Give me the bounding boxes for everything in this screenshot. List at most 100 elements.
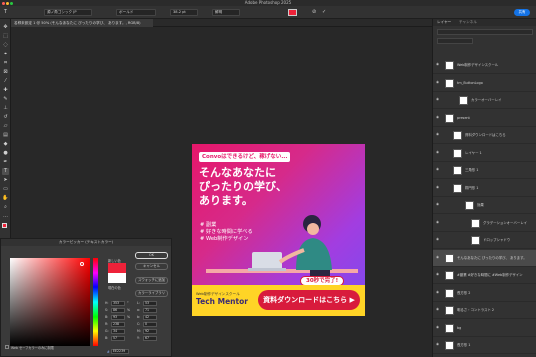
layer-name[interactable]: グラデーションオーバーレイ bbox=[483, 219, 527, 227]
layer-row[interactable]: ◉ #副業 #好きな時間に #Web制作デザイン bbox=[433, 267, 536, 284]
visibility-eye-icon[interactable]: ◉ bbox=[436, 97, 440, 101]
ok-button[interactable]: OK bbox=[135, 252, 168, 259]
history-brush-tool-icon[interactable]: ↺ bbox=[2, 114, 9, 121]
add-to-swatches-button[interactable]: スウォッチに追加 bbox=[135, 277, 168, 284]
visibility-eye-icon[interactable]: ◉ bbox=[436, 237, 440, 241]
visibility-eye-icon[interactable]: ◉ bbox=[436, 80, 440, 84]
layer-name[interactable]: レイヤー 1 bbox=[465, 149, 482, 157]
pen-tool-icon[interactable]: ✒ bbox=[2, 159, 9, 166]
layer-row[interactable]: ◉ 資料ダウンロードはこちら bbox=[433, 127, 536, 144]
web-safe-checkbox[interactable] bbox=[5, 345, 9, 349]
layer-name[interactable]: bg bbox=[457, 324, 461, 332]
foreground-color-swatch[interactable] bbox=[2, 223, 7, 228]
layer-name[interactable]: 三角形 1 bbox=[465, 166, 478, 174]
gradient-tool-icon[interactable]: ▤ bbox=[2, 132, 9, 139]
current-color-swatch[interactable] bbox=[108, 273, 126, 283]
type-tool-icon[interactable]: T bbox=[2, 168, 9, 175]
visibility-eye-icon[interactable]: ◉ bbox=[436, 62, 440, 66]
picker-field-value[interactable]: 238 bbox=[111, 322, 125, 327]
visibility-eye-icon[interactable]: ◉ bbox=[436, 150, 440, 154]
font-family-select[interactable]: 源ノ角ゴシック JP bbox=[44, 9, 92, 16]
antialias-select[interactable]: 鮮明 bbox=[212, 9, 240, 16]
font-size-select[interactable]: 38.2 pt bbox=[170, 9, 198, 16]
crop-tool-icon[interactable]: ⌗ bbox=[2, 60, 9, 67]
cancel-button[interactable]: キャンセル bbox=[135, 263, 168, 270]
layer-row[interactable]: ◉ tm_ButtonLogo bbox=[433, 75, 536, 92]
layer-row[interactable]: ◉ カラーオーバーレイ bbox=[433, 92, 536, 109]
layer-row[interactable]: ◉ そんなあなたに ぴったりの学び、 あります。 bbox=[433, 249, 536, 267]
layer-name[interactable]: ドロップシャドウ bbox=[483, 236, 510, 244]
layer-name[interactable]: 明るさ・コントラスト 2 bbox=[457, 306, 494, 314]
text-tool-icon[interactable]: T bbox=[2, 9, 9, 16]
artboard[interactable]: Convoはできるけど、稼げない... そんなあなたに ぴったりの学び、 ありま… bbox=[192, 144, 365, 316]
brand-logo[interactable]: Tech Mentor bbox=[196, 297, 248, 306]
marquee-tool-icon[interactable]: ⬚ bbox=[2, 33, 9, 40]
picker-field-value[interactable]: 353 bbox=[111, 301, 125, 306]
tab-layers[interactable]: レイヤー bbox=[437, 19, 451, 26]
zoom-tool-icon[interactable]: ⌕ bbox=[2, 204, 9, 211]
visibility-eye-icon[interactable]: ◉ bbox=[436, 185, 440, 189]
picker-field-value-2[interactable]: 42 bbox=[143, 315, 157, 320]
color-field[interactable] bbox=[10, 258, 90, 346]
visibility-eye-icon[interactable]: ◉ bbox=[436, 307, 440, 311]
layer-row[interactable]: ◉ present bbox=[433, 110, 536, 127]
visibility-eye-icon[interactable]: ◉ bbox=[436, 132, 440, 136]
layer-name[interactable]: 楕円形 1 bbox=[465, 184, 478, 192]
hex-field[interactable]: EE2239 bbox=[111, 349, 129, 354]
picker-field-value[interactable]: 34 bbox=[111, 329, 125, 334]
visibility-eye-icon[interactable]: ◉ bbox=[436, 272, 440, 276]
cta-button[interactable]: 資料ダウンロードはこちら ▶ bbox=[258, 290, 360, 310]
move-tool-icon[interactable]: ✥ bbox=[2, 24, 9, 31]
layer-name[interactable]: そんなあなたに ぴったりの学び、 あります。 bbox=[457, 254, 527, 262]
layer-name[interactable]: #副業 #好きな時間に #Web制作デザイン bbox=[457, 271, 523, 279]
path-select-tool-icon[interactable]: ➤ bbox=[2, 177, 9, 184]
hue-slider[interactable] bbox=[93, 258, 98, 346]
cancel-edit-icon[interactable]: ⊘ bbox=[312, 9, 316, 15]
color-field-cursor[interactable] bbox=[80, 262, 84, 266]
frame-tool-icon[interactable]: ⊠ bbox=[2, 69, 9, 76]
color-libraries-button[interactable]: カラーライブラリ bbox=[135, 290, 168, 297]
eyedropper-tool-icon[interactable]: ⁄ bbox=[2, 78, 9, 85]
picker-field-value-2[interactable]: 53 bbox=[143, 301, 157, 306]
hand-tool-icon[interactable]: ✋ bbox=[2, 195, 9, 202]
font-style-select[interactable]: ボールド bbox=[116, 9, 156, 16]
layer-name[interactable]: 長方形 1 bbox=[457, 341, 470, 349]
layer-name[interactable]: 資料ダウンロードはこちら bbox=[465, 131, 506, 139]
layer-row[interactable]: ◉ レイヤー 1 bbox=[433, 145, 536, 162]
visibility-eye-icon[interactable]: ◉ bbox=[436, 290, 440, 294]
picker-field-value-2[interactable]: 0 bbox=[143, 322, 157, 327]
picker-field-value-2[interactable]: 71 bbox=[143, 308, 157, 313]
layer-row[interactable]: ◉ ドロップシャドウ bbox=[433, 232, 536, 249]
layer-name[interactable]: present bbox=[457, 114, 470, 122]
visibility-eye-icon[interactable]: ◉ bbox=[436, 167, 440, 171]
shape-tool-icon[interactable]: ▭ bbox=[2, 186, 9, 193]
layer-row[interactable]: ◉ Web制作デザインスクール bbox=[433, 57, 536, 74]
visibility-eye-icon[interactable]: ◉ bbox=[436, 342, 440, 346]
visibility-eye-icon[interactable]: ◉ bbox=[436, 202, 440, 206]
lasso-tool-icon[interactable]: ◌ bbox=[2, 42, 9, 49]
layer-row[interactable]: ◉ 効果 bbox=[433, 197, 536, 214]
layer-row[interactable]: ◉ 明るさ・コントラスト 2 bbox=[433, 302, 536, 319]
picker-field-value[interactable]: 86 bbox=[111, 308, 125, 313]
layer-row[interactable]: ◉ グラデーションオーバーレイ bbox=[433, 215, 536, 232]
blur-tool-icon[interactable]: ◆ bbox=[2, 141, 9, 148]
quick-select-tool-icon[interactable]: ⌖ bbox=[2, 51, 9, 58]
picker-field-value[interactable]: 57 bbox=[111, 336, 125, 341]
layer-row[interactable]: ◉ 楕円形 1 bbox=[433, 180, 536, 197]
layer-row[interactable]: ◉ bg bbox=[433, 320, 536, 337]
layer-row[interactable]: ◉ 三角形 1 bbox=[433, 162, 536, 179]
text-color-swatch[interactable] bbox=[288, 9, 297, 16]
layer-name[interactable]: Web制作デザインスクール bbox=[457, 61, 498, 69]
visibility-eye-icon[interactable]: ◉ bbox=[436, 325, 440, 329]
brush-tool-icon[interactable]: ✎ bbox=[2, 96, 9, 103]
layer-name[interactable]: 長方形 2 bbox=[457, 289, 470, 297]
healing-brush-tool-icon[interactable]: ✚ bbox=[2, 87, 9, 94]
eraser-tool-icon[interactable]: ▱ bbox=[2, 123, 9, 130]
blend-mode-select[interactable] bbox=[437, 38, 473, 44]
visibility-eye-icon[interactable]: ◉ bbox=[436, 115, 440, 119]
picker-field-value-2[interactable]: 92 bbox=[143, 329, 157, 334]
layer-row[interactable]: ◉ 長方形 2 bbox=[433, 285, 536, 302]
commit-edit-icon[interactable]: ✓ bbox=[322, 9, 326, 15]
layer-name[interactable]: カラーオーバーレイ bbox=[471, 96, 501, 104]
layer-name[interactable]: tm_ButtonLogo bbox=[457, 79, 483, 87]
